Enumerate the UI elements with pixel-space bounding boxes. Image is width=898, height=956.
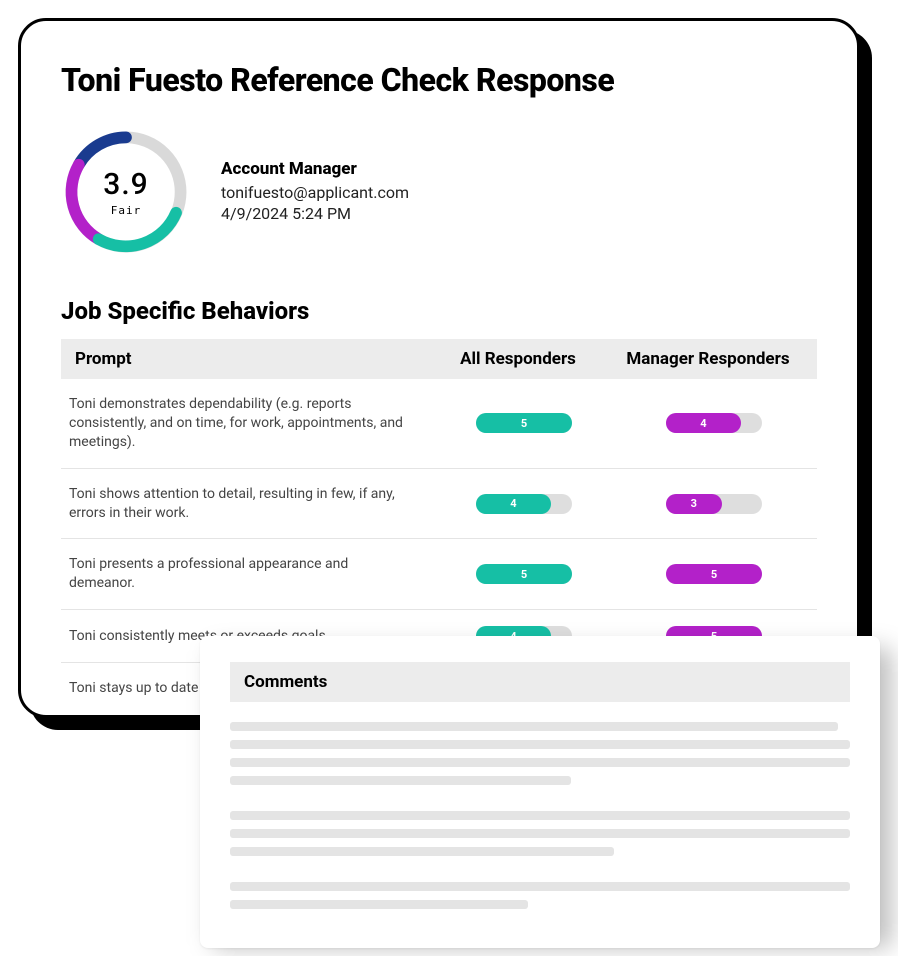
manager-responders-cell: 5	[619, 564, 809, 584]
manager-responders-value: 4	[666, 413, 741, 433]
manager-responders-cell: 4	[619, 413, 809, 433]
all-responders-cell: 5	[429, 413, 619, 433]
comment-placeholder	[230, 882, 850, 909]
table-header: Prompt All Responders Manager Responders	[61, 339, 817, 379]
prompt-text: Toni demonstrates dependability (e.g. re…	[69, 395, 429, 452]
prompt-text: Toni shows attention to detail, resultin…	[69, 485, 429, 523]
summary-meta: Account Manager tonifuesto@applicant.com…	[221, 159, 409, 225]
gauge-label: Fair	[111, 204, 142, 217]
role-label: Account Manager	[221, 159, 409, 179]
col-header-all: All Responders	[423, 349, 613, 369]
manager-responders-pill: 4	[666, 413, 762, 433]
all-responders-value: 5	[476, 413, 572, 433]
section-title: Job Specific Behaviors	[61, 297, 817, 325]
manager-responders-pill: 5	[666, 564, 762, 584]
gauge-score: 3.9	[103, 167, 148, 202]
page-title: Toni Fuesto Reference Check Response	[61, 61, 817, 99]
col-header-prompt: Prompt	[75, 349, 423, 369]
col-header-mgr: Manager Responders	[613, 349, 803, 369]
all-responders-cell: 4	[429, 494, 619, 514]
all-responders-pill: 5	[476, 564, 572, 584]
comment-placeholder	[230, 722, 850, 785]
datetime-label: 4/9/2024 5:24 PM	[221, 204, 409, 223]
comments-title: Comments	[230, 662, 850, 702]
table-row: Toni presents a professional appearance …	[61, 539, 817, 610]
all-responders-pill: 5	[476, 413, 572, 433]
prompt-text: Toni presents a professional appearance …	[69, 555, 429, 593]
manager-responders-value: 3	[666, 494, 722, 514]
summary-row: 3.9 Fair Account Manager tonifuesto@appl…	[61, 127, 817, 257]
table-row: Toni demonstrates dependability (e.g. re…	[61, 379, 817, 469]
score-gauge: 3.9 Fair	[61, 127, 191, 257]
email-label: tonifuesto@applicant.com	[221, 183, 409, 202]
report-card: Toni Fuesto Reference Check Response 3.9…	[18, 18, 860, 718]
all-responders-value: 4	[476, 494, 551, 514]
manager-responders-cell: 3	[619, 494, 809, 514]
table-row: Toni shows attention to detail, resultin…	[61, 469, 817, 540]
all-responders-value: 5	[476, 564, 572, 584]
all-responders-pill: 4	[476, 494, 572, 514]
manager-responders-value: 5	[666, 564, 762, 584]
manager-responders-pill: 3	[666, 494, 762, 514]
all-responders-cell: 5	[429, 564, 619, 584]
comment-placeholder	[230, 811, 850, 856]
comments-card: Comments	[200, 636, 880, 948]
